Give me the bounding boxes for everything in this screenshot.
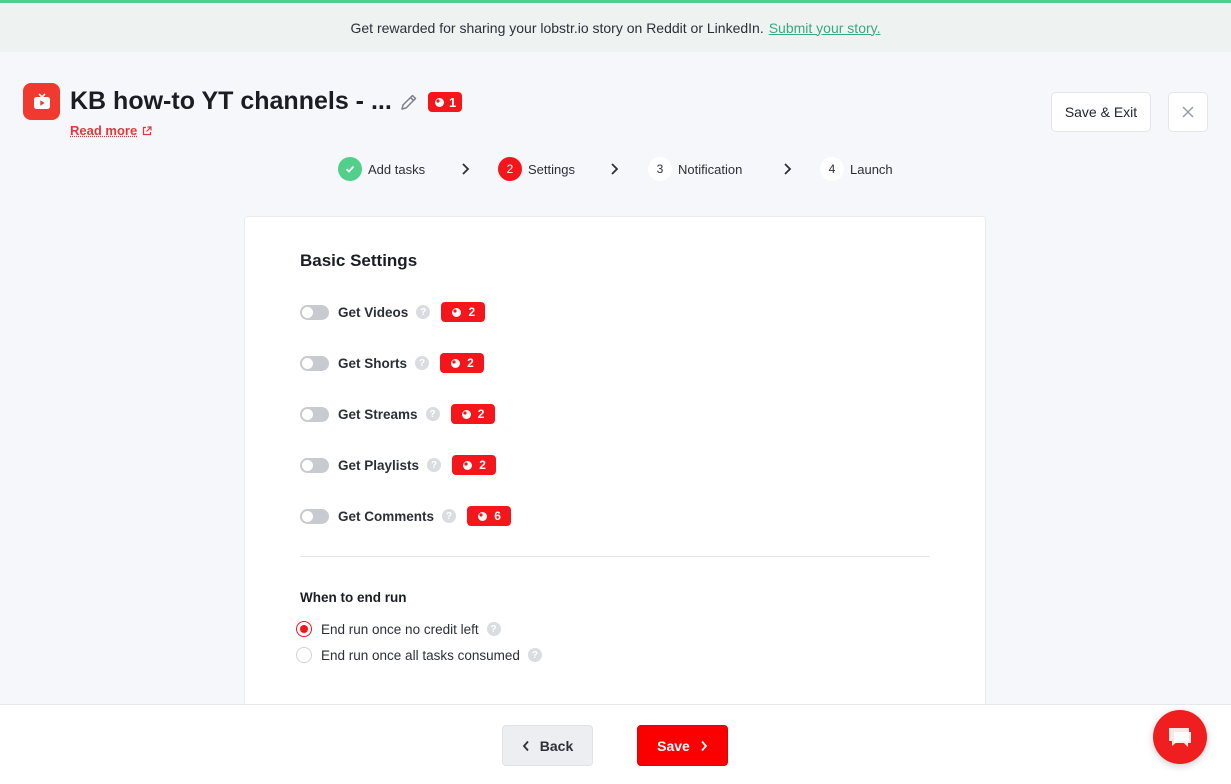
announcement-banner: Get rewarded for sharing your lobstr.io … bbox=[0, 0, 1231, 52]
toggle-switch[interactable] bbox=[300, 457, 329, 473]
banner-text: Get rewarded for sharing your lobstr.io … bbox=[350, 19, 764, 36]
toggle-switch[interactable] bbox=[300, 406, 329, 422]
radio-button[interactable] bbox=[296, 621, 312, 637]
setting-label: Get Videos bbox=[338, 304, 409, 320]
save-button[interactable]: Save bbox=[637, 725, 728, 766]
credit-icon bbox=[451, 358, 461, 368]
setting-label: Get Shorts bbox=[338, 355, 408, 371]
credit-count: 2 bbox=[467, 356, 474, 370]
setting-get-streams: Get Streams ? 2 bbox=[300, 403, 495, 425]
step-label: Add tasks bbox=[368, 161, 426, 177]
step-label: Settings bbox=[528, 161, 575, 177]
external-link-icon bbox=[143, 125, 152, 135]
radio-label: End run once no credit left bbox=[321, 621, 479, 637]
submit-story-link[interactable]: Submit your story. bbox=[769, 20, 881, 36]
step-label: Notification bbox=[678, 161, 743, 177]
save-label: Save bbox=[657, 737, 690, 754]
credit-badge: 6 bbox=[467, 506, 512, 526]
toggle-switch[interactable] bbox=[300, 355, 329, 371]
page-title: KB how-to YT channels - ... bbox=[70, 87, 392, 115]
setting-get-playlists: Get Playlists ? 2 bbox=[300, 454, 497, 476]
stepper: Add tasks 2 Settings 3 Notification 4 La… bbox=[338, 157, 898, 181]
help-icon[interactable]: ? bbox=[415, 356, 430, 370]
radio-label: End run once all tasks consumed bbox=[321, 647, 520, 663]
step-notification[interactable]: 3 Notification bbox=[648, 157, 742, 181]
radio-end-tasks-consumed[interactable]: End run once all tasks consumed ? bbox=[296, 647, 542, 663]
help-icon[interactable]: ? bbox=[486, 622, 501, 636]
step-launch[interactable]: 4 Launch bbox=[820, 157, 893, 181]
credit-badge: 2 bbox=[452, 455, 497, 475]
step-label: Launch bbox=[850, 161, 893, 177]
help-icon[interactable]: ? bbox=[527, 648, 542, 662]
credit-count: 2 bbox=[468, 305, 476, 319]
pencil-icon[interactable] bbox=[399, 92, 419, 112]
credit-icon bbox=[478, 511, 488, 521]
setting-get-comments: Get Comments ? 6 bbox=[300, 505, 512, 527]
step-number: 3 bbox=[648, 157, 672, 181]
section-title: Basic Settings bbox=[300, 251, 418, 270]
settings-card: Basic Settings Get Videos ? 2 Get Shorts… bbox=[244, 216, 986, 716]
read-more-label: Read more bbox=[70, 123, 138, 138]
toggle-switch[interactable] bbox=[300, 508, 329, 524]
credit-icon bbox=[452, 307, 462, 317]
help-icon[interactable]: ? bbox=[442, 509, 457, 523]
chat-icon bbox=[1169, 728, 1191, 747]
credit-badge: 2 bbox=[450, 404, 495, 424]
credit-icon bbox=[435, 97, 444, 107]
step-settings[interactable]: 2 Settings bbox=[498, 157, 575, 181]
help-icon[interactable]: ? bbox=[425, 407, 440, 421]
credit-badge: 2 bbox=[440, 353, 485, 373]
chevron-left-icon bbox=[522, 740, 529, 751]
chevron-right-icon bbox=[611, 163, 619, 175]
close-button[interactable] bbox=[1168, 92, 1208, 132]
credit-count: 6 bbox=[494, 509, 501, 523]
setting-get-videos: Get Videos ? 2 bbox=[300, 301, 486, 323]
credit-icon bbox=[461, 409, 471, 419]
save-exit-button[interactable]: Save & Exit bbox=[1051, 92, 1151, 132]
credit-badge: 1 bbox=[428, 92, 463, 112]
page-header: KB how-to YT channels - ... 1 Read more … bbox=[23, 83, 1208, 143]
radio-end-no-credit[interactable]: End run once no credit left ? bbox=[296, 621, 501, 637]
help-icon[interactable]: ? bbox=[427, 458, 442, 472]
youtube-app-icon bbox=[23, 83, 60, 120]
credit-badge: 2 bbox=[441, 302, 486, 322]
credit-count: 2 bbox=[477, 407, 485, 421]
chevron-right-icon bbox=[462, 163, 470, 175]
step-add-tasks[interactable]: Add tasks bbox=[338, 157, 425, 181]
chevron-right-icon bbox=[784, 163, 792, 175]
close-icon bbox=[1182, 106, 1194, 118]
chevron-right-icon bbox=[701, 740, 708, 751]
help-icon[interactable]: ? bbox=[416, 305, 431, 319]
check-icon bbox=[338, 157, 362, 181]
chat-button[interactable] bbox=[1153, 710, 1207, 764]
setting-get-shorts: Get Shorts ? 2 bbox=[300, 352, 485, 374]
back-label: Back bbox=[539, 737, 574, 754]
setting-label: Get Streams bbox=[338, 406, 418, 422]
end-run-title: When to end run bbox=[300, 590, 407, 605]
setting-label: Get Comments bbox=[338, 508, 435, 524]
credit-count: 2 bbox=[479, 458, 486, 472]
step-number: 2 bbox=[498, 157, 522, 181]
back-button[interactable]: Back bbox=[502, 725, 593, 766]
footer-bar: Back Save bbox=[0, 704, 1231, 784]
setting-label: Get Playlists bbox=[338, 457, 420, 473]
radio-button[interactable] bbox=[296, 647, 312, 663]
read-more-link[interactable]: Read more bbox=[70, 123, 152, 138]
credit-icon bbox=[463, 460, 473, 470]
credit-count: 1 bbox=[449, 94, 457, 110]
toggle-switch[interactable] bbox=[300, 304, 329, 320]
divider bbox=[300, 556, 930, 557]
step-number: 4 bbox=[820, 157, 844, 181]
